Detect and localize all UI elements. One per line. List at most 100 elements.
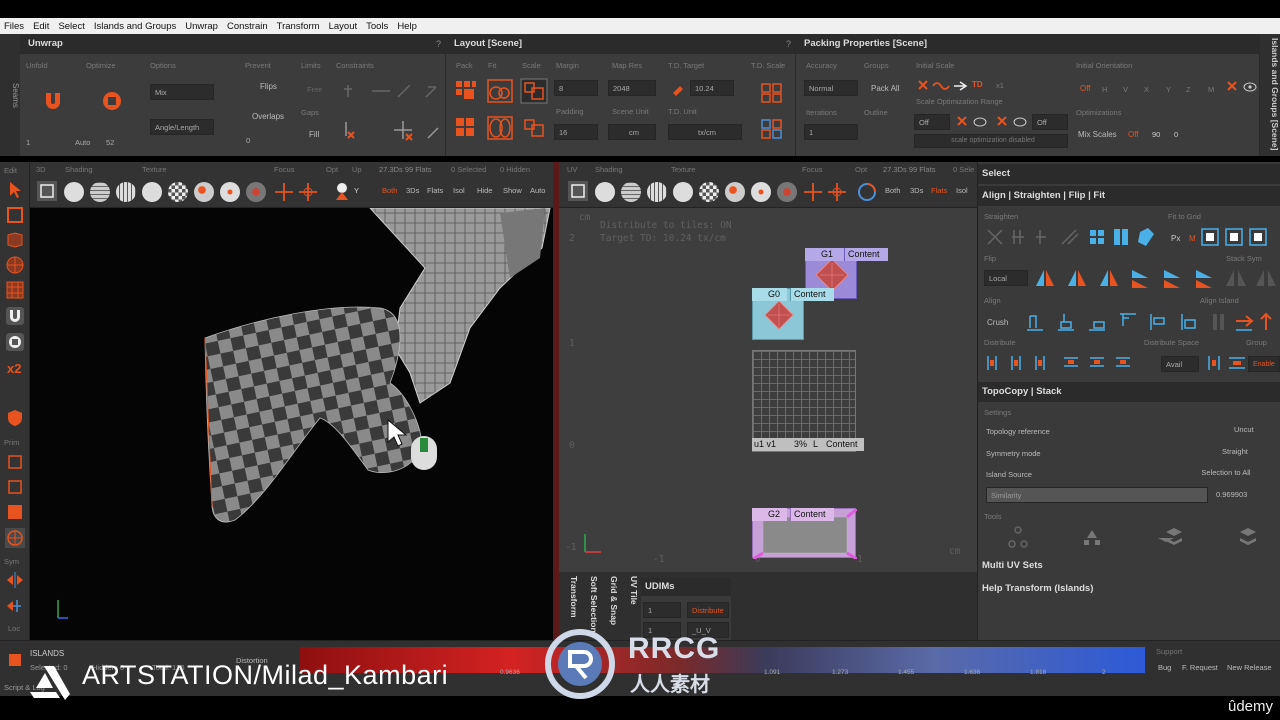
- uv-isol-button[interactable]: Isol: [956, 186, 968, 195]
- view-3ds-button[interactable]: 3Ds: [406, 186, 419, 195]
- uv-texture-distortion-icon[interactable]: [751, 182, 771, 202]
- grid-mode-icon[interactable]: [5, 280, 25, 300]
- scale-icon[interactable]: [520, 78, 548, 104]
- uv-texture-none-icon[interactable]: [673, 182, 693, 202]
- iterations-input[interactable]: 1: [804, 124, 858, 140]
- axis-z[interactable]: Z: [1186, 85, 1191, 94]
- pin-icon[interactable]: ?: [436, 34, 441, 54]
- overlaps-button[interactable]: Overlaps: [252, 112, 284, 121]
- distribute-button[interactable]: Distribute: [687, 602, 729, 618]
- fit-selected-icon[interactable]: [486, 115, 514, 141]
- seams-tab[interactable]: Seams: [0, 34, 20, 156]
- distribute-icons[interactable]: [984, 352, 1154, 374]
- shield-icon[interactable]: [5, 408, 25, 428]
- align-title[interactable]: Align | Straighten | Flip | Fit: [978, 186, 1280, 206]
- pack-all-button[interactable]: Pack All: [871, 84, 899, 93]
- menu-files[interactable]: Files: [4, 21, 24, 32]
- unfold-icon[interactable]: [42, 90, 64, 112]
- texture-none-icon[interactable]: [142, 182, 162, 202]
- up-axis-select[interactable]: Y: [354, 186, 359, 195]
- local-select[interactable]: Local: [984, 270, 1028, 286]
- map-res-input[interactable]: 2048: [608, 80, 656, 96]
- menu-unwrap[interactable]: Unwrap: [185, 21, 218, 32]
- select-title[interactable]: Select: [978, 164, 1280, 184]
- straighten-fit-icons[interactable]: Px M: [984, 226, 1280, 248]
- mix-value-a[interactable]: 90: [1152, 130, 1160, 139]
- prim-rect-outline-icon[interactable]: [5, 477, 25, 497]
- menu-tools[interactable]: Tools: [366, 21, 388, 32]
- fill-button[interactable]: Fill: [309, 130, 319, 139]
- symmetry-axis-icon[interactable]: [5, 596, 25, 616]
- uv-focus-icons[interactable]: [801, 180, 849, 204]
- uv-shading-solid-icon[interactable]: [595, 182, 615, 202]
- shading-wire-solid-icon[interactable]: [116, 182, 136, 202]
- unfold-tool-icon[interactable]: [5, 306, 25, 326]
- menu-layout[interactable]: Layout: [329, 21, 358, 32]
- viewport-uv[interactable]: cm Distribute to tiles: ON Target TD: 10…: [559, 208, 977, 572]
- uv-shading-wire-icon[interactable]: [621, 182, 641, 202]
- island-source-select[interactable]: Selection to All: [1174, 465, 1274, 481]
- texture-color-icon[interactable]: [246, 182, 266, 202]
- uv-view-3ds-button[interactable]: 3Ds: [910, 186, 923, 195]
- view-both-button[interactable]: Both: [382, 186, 397, 195]
- optimize-icon[interactable]: [101, 90, 123, 112]
- gaps-value[interactable]: 0: [246, 136, 250, 145]
- td-scale-icon[interactable]: [760, 82, 784, 104]
- menu-help[interactable]: Help: [397, 21, 417, 32]
- menu-islands-and-groups[interactable]: Islands and Groups: [94, 21, 176, 32]
- focus-icons[interactable]: [272, 180, 320, 204]
- bug-link[interactable]: Bug: [1158, 663, 1171, 672]
- mix-field[interactable]: Mix: [150, 84, 214, 100]
- box-select-icon[interactable]: [5, 205, 25, 225]
- axis-y[interactable]: Y: [1166, 85, 1171, 94]
- uv-texture-map-icon[interactable]: [725, 182, 745, 202]
- avail-select[interactable]: Avail: [1161, 356, 1199, 372]
- orientation-x-eye-icon[interactable]: [1226, 80, 1258, 94]
- axis-x[interactable]: X: [1144, 85, 1149, 94]
- m-toggle[interactable]: M: [1189, 234, 1196, 243]
- sor-select-a[interactable]: Off: [914, 114, 950, 130]
- uv-view-both-button[interactable]: Both: [885, 186, 900, 195]
- auto-button[interactable]: Auto: [530, 186, 545, 195]
- topocopy-title[interactable]: TopoCopy | Stack: [978, 382, 1280, 402]
- menu-constrain[interactable]: Constrain: [227, 21, 268, 32]
- pack-selected-icon[interactable]: [454, 116, 478, 140]
- uv-frame-icon[interactable]: [567, 180, 589, 202]
- sor-x-eye-icons[interactable]: [956, 114, 1032, 130]
- feature-request-link[interactable]: F. Request: [1182, 663, 1218, 672]
- unfold-count[interactable]: 1: [26, 138, 30, 147]
- uv-shading-wire-solid-icon[interactable]: [647, 182, 667, 202]
- similarity-slider[interactable]: Similarity: [986, 487, 1208, 503]
- prim-sphere-icon[interactable]: [5, 528, 25, 548]
- prim-square-icon[interactable]: [5, 502, 25, 522]
- shading-solid-icon[interactable]: [64, 182, 84, 202]
- menu-edit[interactable]: Edit: [33, 21, 49, 32]
- menu-select[interactable]: Select: [58, 21, 84, 32]
- topocopy-tool-icons[interactable]: [998, 526, 1278, 550]
- sphere-mode-icon[interactable]: [5, 255, 25, 275]
- scene-unit-select[interactable]: cm: [608, 124, 656, 140]
- initial-scale-icons[interactable]: [916, 78, 976, 94]
- orientation-off[interactable]: Off: [1080, 84, 1091, 93]
- stop-icon[interactable]: [8, 653, 22, 667]
- uv-opt-icon[interactable]: [855, 180, 879, 204]
- eyedropper-icon[interactable]: [670, 80, 686, 96]
- texture-checker-icon[interactable]: [168, 182, 188, 202]
- px-toggle[interactable]: Px: [1171, 234, 1180, 243]
- distribute-space-icons[interactable]: [1205, 352, 1249, 374]
- opt-icon[interactable]: [332, 180, 352, 204]
- crush-button[interactable]: Crush: [987, 318, 1008, 327]
- frame-icon[interactable]: [36, 180, 58, 202]
- uv-tile-u1v1[interactable]: [752, 350, 856, 543]
- isol-button[interactable]: Isol: [453, 186, 465, 195]
- axis-h[interactable]: H: [1102, 85, 1107, 94]
- islands-groups-tab[interactable]: Islands and Groups [Scene]: [1260, 34, 1280, 156]
- edge-mode-icon[interactable]: [5, 230, 25, 250]
- align-icons[interactable]: [1024, 310, 1278, 332]
- optimize-tool-icon[interactable]: [5, 332, 25, 352]
- shading-wire-icon[interactable]: [90, 182, 110, 202]
- margin-input[interactable]: 8: [554, 80, 598, 96]
- cursor-icon[interactable]: [5, 180, 25, 200]
- x2-icon[interactable]: x2: [5, 358, 25, 378]
- uv-view-flats-button[interactable]: Flats: [931, 186, 947, 195]
